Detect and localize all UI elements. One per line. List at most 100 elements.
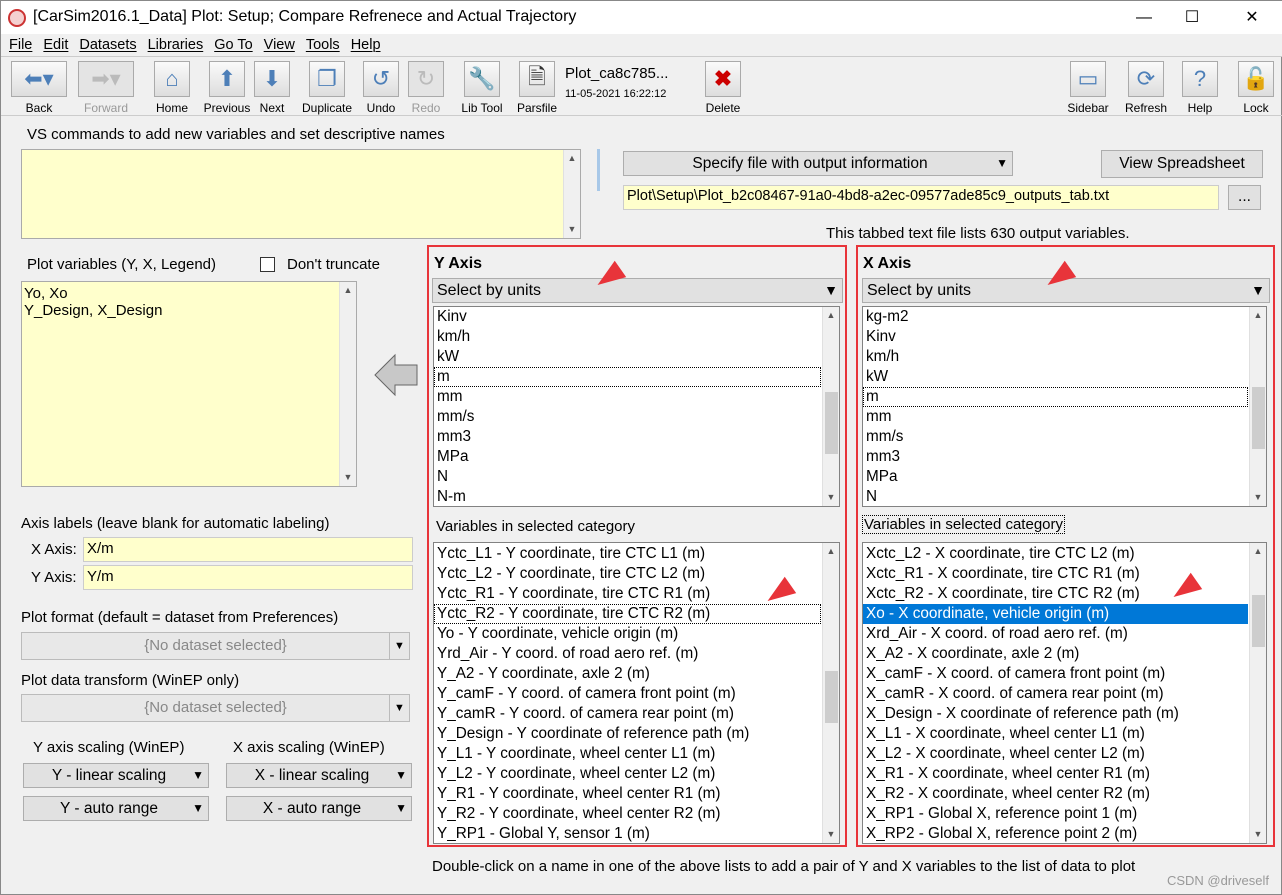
scrollbar[interactable]: ▲ ▼	[563, 150, 580, 238]
list-item[interactable]: Yctc_L1 - Y coordinate, tire CTC L1 (m)	[434, 544, 821, 564]
list-item[interactable]: Y_A2 - Y coordinate, axle 2 (m)	[434, 664, 821, 684]
list-item[interactable]: Xo - X coordinate, vehicle origin (m)	[863, 604, 1248, 624]
list-item[interactable]: Y_R2 - Y coordinate, wheel center R2 (m)	[434, 804, 821, 824]
list-item[interactable]: MPa	[434, 447, 821, 467]
list-item[interactable]: X_Design - X coordinate of reference pat…	[863, 704, 1248, 724]
back-button[interactable]: ⬅▾ Back	[11, 61, 67, 115]
list-item[interactable]: Y_camR - Y coord. of camera rear point (…	[434, 704, 821, 724]
list-item[interactable]: kg-m2	[863, 307, 1248, 327]
menu-edit[interactable]: Edit	[43, 37, 68, 53]
lib-tool-button[interactable]: 🔧 Lib Tool	[457, 61, 507, 115]
redo-button[interactable]: ↻ Redo	[407, 61, 445, 115]
list-item[interactable]: X_R1 - X coordinate, wheel center R1 (m)	[863, 764, 1248, 784]
previous-button[interactable]: ⬆ Previous	[203, 61, 251, 115]
x-variables-list[interactable]: Xctc_L2 - X coordinate, tire CTC L2 (m) X…	[862, 542, 1267, 844]
scrollbar[interactable]: ▲ ▼	[822, 543, 839, 843]
plot-format-dropdown[interactable]: {No dataset selected} ▼	[21, 632, 410, 660]
delete-button[interactable]: ✖ Delete	[704, 61, 742, 115]
scrollbar[interactable]: ▲ ▼	[339, 282, 356, 486]
list-item[interactable]: Y_L1 - Y coordinate, wheel center L1 (m)	[434, 744, 821, 764]
list-item[interactable]: X_RP1 - Global X, reference point 1 (m)	[863, 804, 1248, 824]
list-item[interactable]: Yrd_Air - Y coord. of road aero ref. (m)	[434, 644, 821, 664]
menu-help[interactable]: Help	[351, 37, 381, 53]
list-item[interactable]: mm	[434, 387, 821, 407]
scroll-down-icon[interactable]: ▼	[1250, 826, 1266, 843]
list-item[interactable]: mm3	[434, 427, 821, 447]
scrollbar[interactable]: ▲ ▼	[1249, 307, 1266, 506]
scroll-thumb[interactable]	[1252, 387, 1265, 449]
list-item[interactable]: mm/s	[434, 407, 821, 427]
list-item[interactable]: mm/s	[863, 427, 1248, 447]
list-item[interactable]: m	[863, 387, 1248, 407]
minimize-button[interactable]: —	[1121, 1, 1167, 34]
scroll-up-icon[interactable]: ▲	[1250, 307, 1266, 324]
list-item[interactable]: Xrd_Air - X coord. of road aero ref. (m)	[863, 624, 1248, 644]
list-item[interactable]: Y_Design - Y coordinate of reference pat…	[434, 724, 821, 744]
scrollbar[interactable]: ▲ ▼	[1249, 543, 1266, 843]
list-item[interactable]: Y_L2 - Y coordinate, wheel center L2 (m)	[434, 764, 821, 784]
menu-file[interactable]: File	[9, 37, 32, 53]
list-item[interactable]: Y_R1 - Y coordinate, wheel center R1 (m)	[434, 784, 821, 804]
y-units-list[interactable]: Kinv km/h kW m mm mm/s mm3 MPa N N-m ▲ ▼	[433, 306, 840, 507]
list-item[interactable]: MPa	[863, 467, 1248, 487]
add-to-plot-arrow-icon[interactable]	[373, 353, 419, 397]
list-item[interactable]: m	[434, 367, 821, 387]
forward-button[interactable]: ➡▾ Forward	[77, 61, 135, 115]
refresh-button[interactable]: ⟳ Refresh	[1123, 61, 1169, 115]
list-item[interactable]: N	[434, 467, 821, 487]
plot-variable-item[interactable]: Y_Design, X_Design	[24, 302, 354, 319]
scroll-down-icon[interactable]: ▼	[1250, 489, 1266, 506]
dont-truncate-checkbox[interactable]	[260, 257, 275, 272]
scroll-up-icon[interactable]: ▲	[1250, 543, 1266, 560]
duplicate-button[interactable]: ❐ Duplicate	[299, 61, 355, 115]
scroll-down-icon[interactable]: ▼	[823, 826, 839, 843]
maximize-button[interactable]: ☐	[1169, 1, 1215, 34]
scroll-thumb[interactable]	[825, 392, 838, 454]
menu-goto[interactable]: Go To	[214, 37, 252, 53]
help-button[interactable]: ? Help	[1181, 61, 1219, 115]
home-button[interactable]: ⌂ Home	[153, 61, 191, 115]
x-scaling-dropdown[interactable]: X - linear scaling ▼	[226, 763, 412, 788]
list-item[interactable]: Xctc_L2 - X coordinate, tire CTC L2 (m)	[863, 544, 1248, 564]
list-item[interactable]: kW	[434, 347, 821, 367]
scroll-down-icon[interactable]: ▼	[823, 489, 839, 506]
list-item[interactable]: km/h	[863, 347, 1248, 367]
list-item[interactable]: X_R2 - X coordinate, wheel center R2 (m)	[863, 784, 1248, 804]
sidebar-button[interactable]: ▭ Sidebar	[1065, 61, 1111, 115]
scrollbar[interactable]: ▲ ▼	[822, 307, 839, 506]
list-item[interactable]: Yo - Y coordinate, vehicle origin (m)	[434, 624, 821, 644]
menu-datasets[interactable]: Datasets	[79, 37, 136, 53]
scroll-up-icon[interactable]: ▲	[823, 307, 839, 324]
list-item[interactable]: Y_camF - Y coord. of camera front point …	[434, 684, 821, 704]
parsfile-button[interactable]: 🗎 Parsfile	[515, 61, 559, 115]
list-item[interactable]: mm	[863, 407, 1248, 427]
list-item[interactable]: X_L2 - X coordinate, wheel center L2 (m)	[863, 744, 1248, 764]
splitter[interactable]	[597, 149, 600, 191]
list-item[interactable]: N	[863, 487, 1248, 506]
y-range-dropdown[interactable]: Y - auto range ▼	[23, 796, 209, 821]
list-item[interactable]: Yctc_L2 - Y coordinate, tire CTC L2 (m)	[434, 564, 821, 584]
vs-commands-input[interactable]: ▲ ▼	[21, 149, 581, 239]
scroll-thumb[interactable]	[1252, 595, 1265, 647]
specify-output-file-dropdown[interactable]: Specify file with output information ▼	[623, 151, 1013, 176]
list-item[interactable]: Yctc_R2 - Y coordinate, tire CTC R2 (m)	[434, 604, 821, 624]
list-item[interactable]: Y_RP1 - Global Y, sensor 1 (m)	[434, 824, 821, 843]
list-item[interactable]: km/h	[434, 327, 821, 347]
browse-button[interactable]: ...	[1228, 185, 1261, 210]
menu-tools[interactable]: Tools	[306, 37, 340, 53]
list-item[interactable]: Kinv	[434, 307, 821, 327]
next-button[interactable]: ⬇ Next	[253, 61, 291, 115]
close-button[interactable]: ✕	[1229, 1, 1275, 34]
undo-button[interactable]: ↺ Undo	[362, 61, 400, 115]
y-scaling-dropdown[interactable]: Y - linear scaling ▼	[23, 763, 209, 788]
y-select-by-units-dropdown[interactable]: Select by units ▼	[432, 278, 843, 303]
list-item[interactable]: X_A2 - X coordinate, axle 2 (m)	[863, 644, 1248, 664]
list-item[interactable]: N-m	[434, 487, 821, 506]
menu-libraries[interactable]: Libraries	[148, 37, 204, 53]
list-item[interactable]: mm3	[863, 447, 1248, 467]
y-axis-label-input[interactable]: Y/m	[83, 565, 413, 590]
x-units-list[interactable]: kg-m2 Kinv km/h kW m mm mm/s mm3 MPa N ▲ ▼	[862, 306, 1267, 507]
x-range-dropdown[interactable]: X - auto range ▼	[226, 796, 412, 821]
view-spreadsheet-button[interactable]: View Spreadsheet	[1101, 150, 1263, 178]
list-item[interactable]: X_camF - X coord. of camera front point …	[863, 664, 1248, 684]
